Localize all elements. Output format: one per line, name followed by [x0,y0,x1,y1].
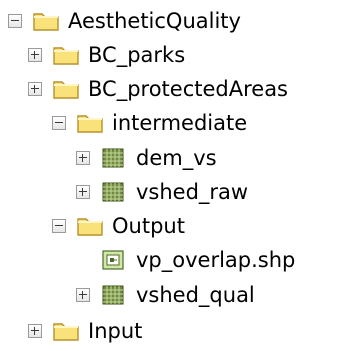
tree-item-label: vshed_raw [136,180,249,204]
expand-toggle-icon[interactable] [76,151,90,165]
catalog-tree: AestheticQuality BC_parks BC_protectedAr… [0,0,356,351]
tree-item-label: BC_parks [88,43,186,67]
tree-item-bc-protectedareas[interactable]: BC_protectedAreas [28,72,288,106]
tree-item-aestheticquality[interactable]: AestheticQuality [8,4,241,38]
tree-item-label: Output [112,214,185,238]
collapse-toggle-icon[interactable] [52,219,66,233]
tree-item-intermediate[interactable]: intermediate [52,106,247,140]
raster-icon [102,148,124,168]
expand-toggle-icon[interactable] [76,288,90,302]
tree-item-label: vp_overlap.shp [136,248,296,272]
tree-item-label: Input [88,319,143,343]
raster-icon [102,182,124,202]
tree-item-label: BC_protectedAreas [88,77,289,101]
shapefile-icon [102,250,124,270]
tree-item-vshed-raw[interactable]: vshed_raw [76,175,248,209]
folder-icon [53,323,79,341]
expand-toggle-icon[interactable] [28,48,42,62]
tree-item-output[interactable]: Output [52,209,185,243]
expand-toggle-icon[interactable] [76,185,90,199]
folder-icon [77,218,103,236]
folder-icon [53,81,79,99]
folder-icon [33,13,59,31]
folder-icon [77,115,103,133]
expand-toggle-icon[interactable] [28,82,42,96]
tree-item-vp-overlap[interactable]: vp_overlap.shp [76,243,295,277]
expand-toggle-icon[interactable] [28,324,42,338]
tree-item-label: intermediate [112,111,248,135]
tree-item-vshed-qual[interactable]: vshed_qual [76,278,255,312]
tree-item-dem-vs[interactable]: dem_vs [76,141,217,175]
tree-item-label: vshed_qual [136,283,255,307]
tree-item-label: AestheticQuality [68,9,241,33]
tree-item-bc-parks[interactable]: BC_parks [28,38,185,72]
tree-item-input[interactable]: Input [28,314,142,348]
tree-item-label: dem_vs [136,146,217,170]
folder-icon [53,47,79,65]
collapse-toggle-icon[interactable] [52,116,66,130]
collapse-toggle-icon[interactable] [8,14,22,28]
raster-icon [102,285,124,305]
